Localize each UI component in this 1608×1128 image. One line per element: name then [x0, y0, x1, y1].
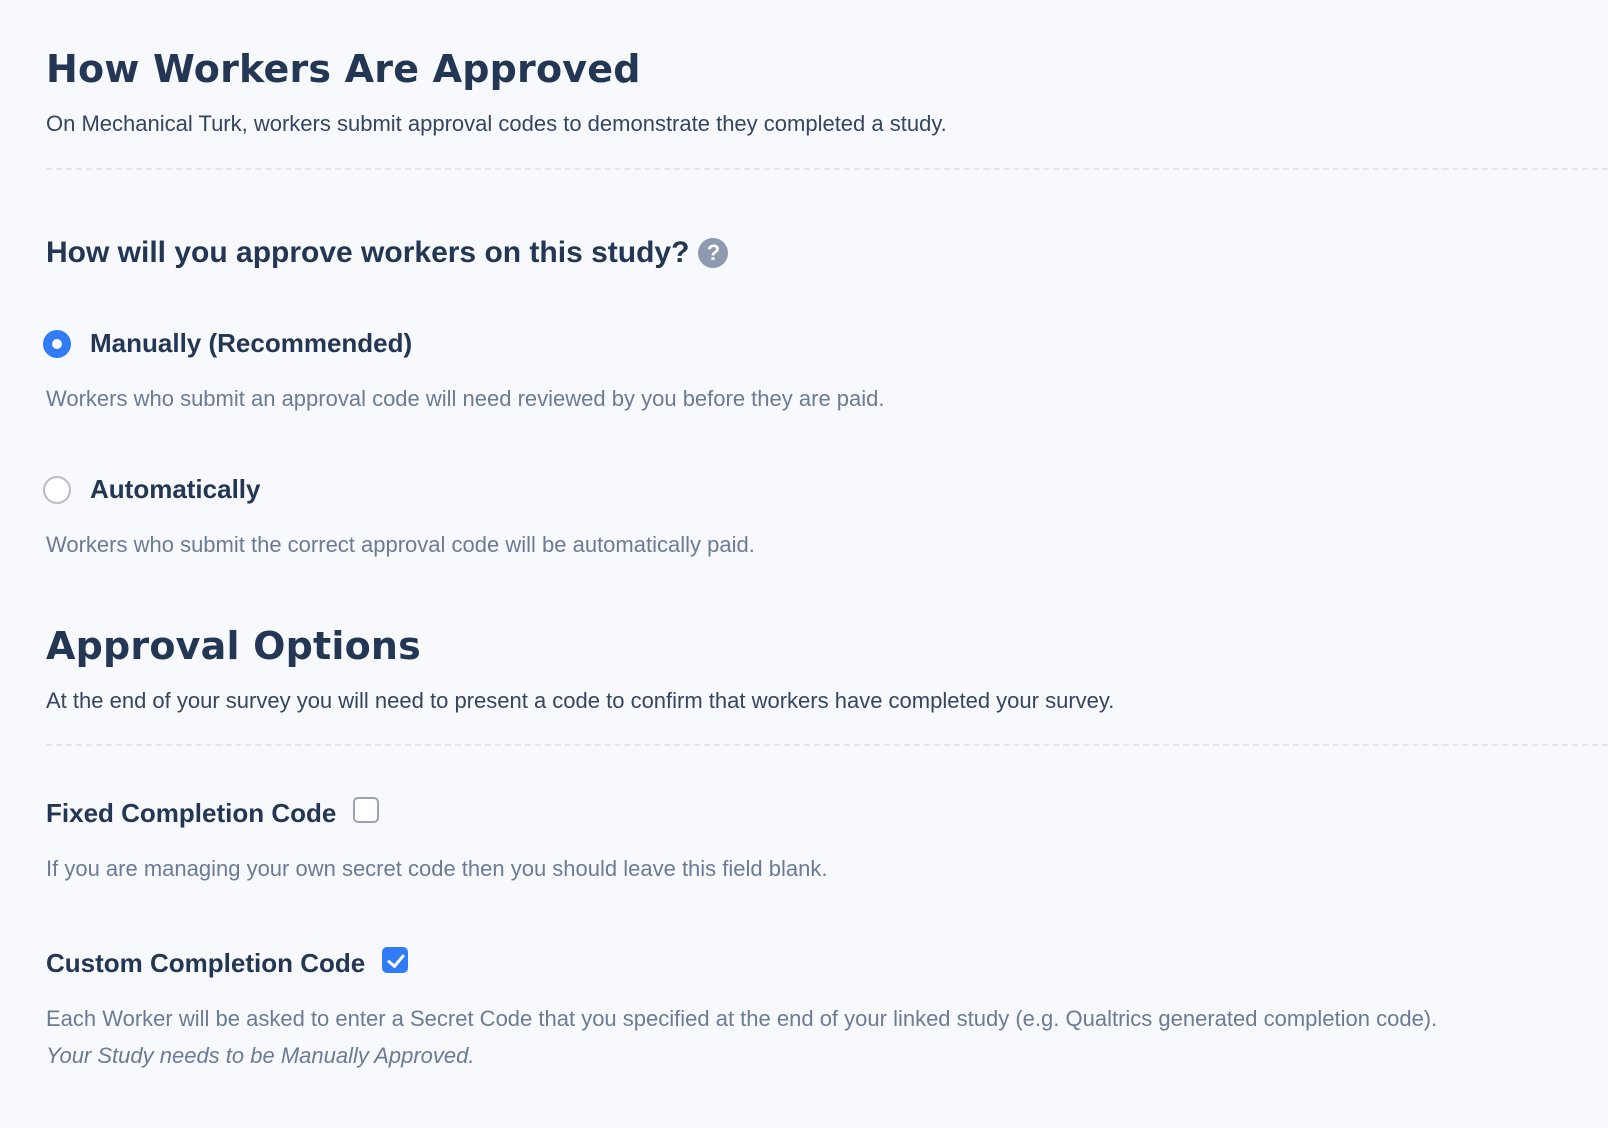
radio-option-automatically[interactable]: Automatically: [43, 474, 261, 505]
radio-option-manually[interactable]: Manually (Recommended): [43, 328, 412, 359]
section-description-approval-options: At the end of your survey you will need …: [46, 688, 1115, 713]
approval-method-question: How will you approve workers on this stu…: [46, 236, 729, 270]
radio-description-manually: Workers who submit an approval code will…: [46, 386, 885, 411]
fixed-completion-code-description: If you are managing your own secret code…: [46, 856, 828, 881]
custom-completion-code-checkbox[interactable]: [382, 946, 409, 973]
custom-completion-code-label: Custom Completion Code: [46, 948, 366, 978]
custom-completion-code-field: Custom Completion Code: [46, 946, 409, 979]
section-divider: [46, 168, 1608, 170]
custom-completion-code-note: Your Study needs to be Manually Approved…: [46, 1043, 475, 1068]
fixed-completion-code-label: Fixed Completion Code: [46, 798, 337, 828]
fixed-completion-code-field: Fixed Completion Code: [46, 796, 380, 829]
radio-label-automatically[interactable]: Automatically: [90, 474, 261, 505]
question-circle-icon[interactable]: ?: [698, 238, 729, 268]
section-divider: [46, 744, 1608, 746]
section-description-how-workers-approved: On Mechanical Turk, workers submit appro…: [46, 111, 947, 136]
radio-description-automatically: Workers who submit the correct approval …: [46, 532, 755, 557]
section-title-how-workers-approved: How Workers Are Approved: [46, 47, 641, 91]
radio-label-manually[interactable]: Manually (Recommended): [90, 328, 412, 359]
radio-button-manually[interactable]: [43, 329, 71, 358]
section-title-approval-options: Approval Options: [46, 624, 421, 668]
custom-completion-code-description: Each Worker will be asked to enter a Sec…: [46, 1006, 1438, 1031]
fixed-completion-code-checkbox[interactable]: [353, 796, 380, 823]
radio-button-automatically[interactable]: [43, 475, 71, 504]
approval-method-question-text: How will you approve workers on this stu…: [46, 236, 690, 269]
